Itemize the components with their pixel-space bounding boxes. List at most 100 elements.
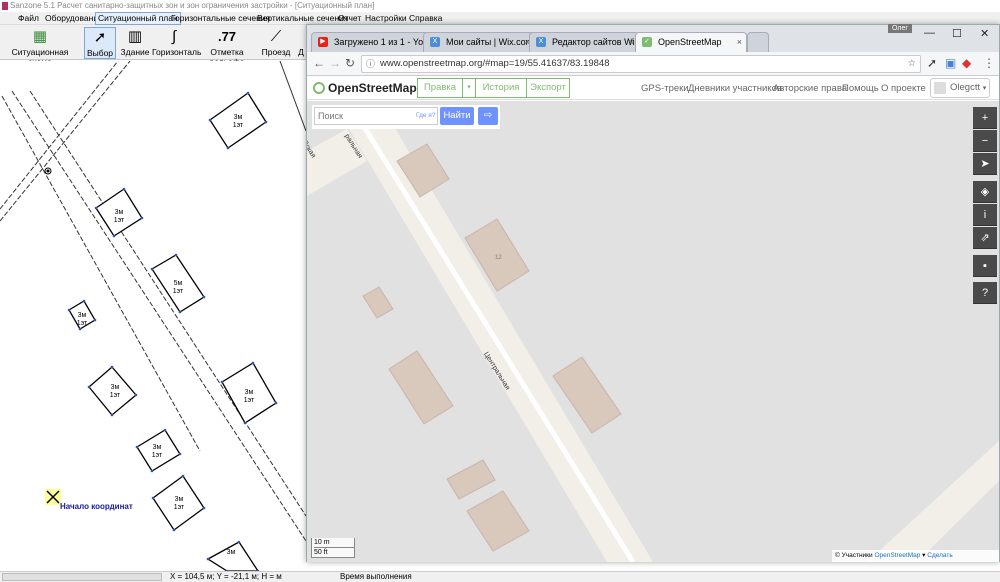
search-go-button[interactable]: Найти (440, 107, 474, 125)
building-vertex-handle[interactable] (206, 557, 210, 561)
plan-building[interactable] (206, 541, 259, 571)
building-floors-label: 1эт (233, 122, 244, 129)
osm-map[interactable]: 12 йская ральная Центральная Где я? Найт… (307, 101, 999, 562)
osm-link[interactable]: OpenStreetMap (874, 552, 920, 559)
building-vertex-handle[interactable] (226, 146, 230, 150)
address-bar[interactable]: ⓘ www.openstreetmap.org/#map=19/55.41637… (361, 55, 921, 73)
building-vertex-handle[interactable] (94, 206, 98, 210)
edit-dropdown-chevron-icon[interactable]: ▾ (462, 78, 476, 98)
info-icon[interactable]: ⓘ (366, 56, 375, 72)
minimize-icon[interactable]: — (924, 27, 935, 39)
building-vertex-handle[interactable] (163, 428, 167, 432)
edit-button[interactable]: Правка (417, 78, 463, 98)
export-button[interactable]: Экспорт (526, 78, 570, 98)
building-vertex-handle[interactable] (251, 361, 255, 365)
osm-magnifier-icon (313, 82, 325, 94)
building-floors-label: 1эт (77, 320, 88, 327)
directions-icon[interactable]: ⇨ (478, 107, 498, 125)
nav-copyright[interactable]: Авторские права (773, 83, 847, 94)
building-vertex-handle[interactable] (178, 452, 182, 456)
locate-icon[interactable]: ➤ (973, 153, 997, 175)
close-icon[interactable]: × (629, 33, 634, 51)
building-vertex-handle[interactable] (122, 187, 126, 191)
osm-logo[interactable]: OpenStreetMap (313, 81, 417, 95)
nav-about[interactable]: О проекте (881, 83, 926, 94)
building-vertex-handle[interactable] (110, 413, 114, 417)
forward-arrow-icon[interactable]: → (329, 56, 341, 70)
situational-scheme-button[interactable]: ▦ Ситуационная схема (4, 27, 76, 67)
tab-wix-editor[interactable]: X Редактор сайтов Wix × (529, 32, 639, 52)
close-icon[interactable]: × (737, 33, 742, 51)
plan-building[interactable] (88, 366, 137, 416)
layers-icon[interactable]: ◈ (973, 181, 997, 203)
back-arrow-icon[interactable]: ← (313, 56, 325, 70)
building-vertex-handle[interactable] (93, 318, 97, 322)
building-vertex-handle[interactable] (202, 295, 206, 299)
nav-help[interactable]: Помощь (842, 83, 879, 94)
tab-youtube[interactable]: ▶ Загружено 1 из 1 - YouT × (311, 32, 433, 52)
extension-icon[interactable]: ◆ (962, 56, 971, 70)
building-height-label: 3м (234, 114, 243, 121)
building-vertex-handle[interactable] (202, 506, 206, 510)
where-am-i-link[interactable]: Где я? (416, 112, 435, 119)
extra-tool-button[interactable]: Д (296, 27, 306, 59)
building-vertex-handle[interactable] (181, 474, 185, 478)
building-vertex-handle[interactable] (174, 253, 178, 257)
scale-meters: 10 m (314, 539, 330, 546)
building-vertex-handle[interactable] (87, 385, 91, 389)
zoom-out-button[interactable]: − (973, 130, 997, 152)
new-tab-button[interactable] (747, 32, 769, 52)
history-button[interactable]: История (475, 78, 527, 98)
note-icon[interactable]: ▪ (973, 255, 997, 277)
building-vertex-handle[interactable] (150, 469, 154, 473)
user-menu[interactable]: Olegctt ▾ (930, 78, 990, 98)
zoom-in-button[interactable]: + (973, 107, 997, 129)
horizontal-tool-button[interactable]: ∫ Горизонталь (152, 27, 201, 59)
sanzone-statusbar: X = 104,5 м; Y = -21,1 м; H = м Время вы… (0, 571, 1000, 582)
building-vertex-handle[interactable] (134, 393, 138, 397)
profile-badge[interactable]: Олег (888, 24, 912, 33)
building-vertex-handle[interactable] (78, 327, 82, 331)
building-vertex-handle[interactable] (246, 91, 250, 95)
building-vertex-handle[interactable] (135, 445, 139, 449)
building-vertex-handle[interactable] (150, 267, 154, 271)
tab-openstreetmap[interactable]: ✓ OpenStreetMap × (635, 32, 747, 52)
building-vertex-handle[interactable] (178, 310, 182, 314)
building-vertex-handle[interactable] (237, 540, 241, 544)
building-vertex-handle[interactable] (243, 421, 247, 425)
menu-file[interactable]: Файл (16, 12, 41, 25)
building-vertex-handle[interactable] (208, 118, 212, 122)
help-icon[interactable]: ? (973, 282, 997, 304)
chevron-down-icon: ▾ (982, 85, 987, 92)
sanzone-app-icon (2, 2, 8, 10)
building-vertex-handle[interactable] (172, 528, 176, 532)
building-vertex-handle[interactable] (264, 120, 268, 124)
building-vertex-handle[interactable] (82, 299, 86, 303)
menu-situational-plan[interactable]: Ситуационный план (95, 12, 181, 25)
building-vertex-handle[interactable] (151, 496, 155, 500)
situational-plan-canvas[interactable]: 3м 1эт 3м 1эт 5м 1эт 3м 1эт 3м 1эт 3м 1эт 3м 1эт 3м 1эт… (0, 61, 306, 571)
reload-icon[interactable]: ↻ (345, 56, 355, 70)
extension-cursor-icon[interactable]: ➚ (927, 56, 937, 70)
building-vertex-handle[interactable] (220, 380, 224, 384)
bookmark-star-icon[interactable]: ☆ (907, 56, 916, 72)
building-vertex-handle[interactable] (140, 216, 144, 220)
building-vertex-handle[interactable] (67, 308, 71, 312)
building-tool-button[interactable]: ▥ Здание (120, 27, 150, 59)
relief-mark-tool-button[interactable]: .77 Отметка рельефа (198, 27, 256, 67)
share-icon[interactable]: ⇗ (973, 227, 997, 249)
nav-gps-traces[interactable]: GPS-треки (641, 83, 689, 94)
select-tool-button[interactable]: ➚ Выбор (84, 27, 116, 59)
passage-tool-button[interactable]: ⟋ Проезд (260, 27, 292, 59)
plan-building[interactable] (152, 475, 205, 531)
close-window-icon[interactable]: ✕ (980, 27, 989, 40)
nav-diaries[interactable]: Дневники участников (688, 83, 782, 94)
translate-icon[interactable]: ▣ (945, 56, 956, 70)
building-vertex-handle[interactable] (274, 401, 278, 405)
tab-wix-sites[interactable]: X Мои сайты | Wix.com × (423, 32, 535, 52)
building-vertex-handle[interactable] (112, 234, 116, 238)
building-vertex-handle[interactable] (110, 365, 114, 369)
info-icon[interactable]: i (973, 204, 997, 226)
menu-dots-icon[interactable]: ⋮ (983, 56, 995, 70)
maximize-icon[interactable]: ☐ (952, 27, 962, 40)
